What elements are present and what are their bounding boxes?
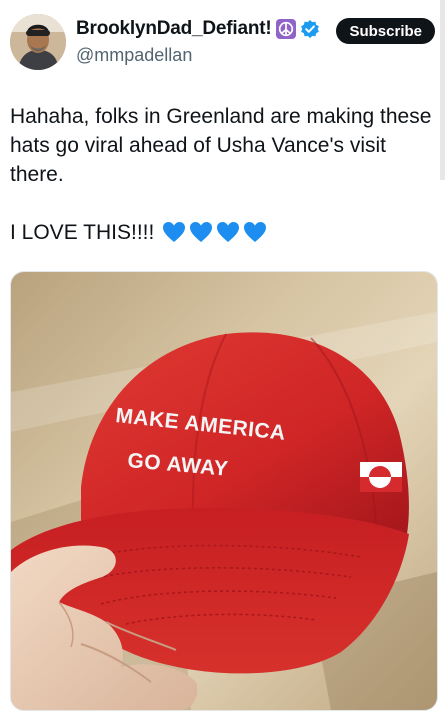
blue-heart-icon — [190, 222, 213, 242]
hat-photo: MAKE AMERICA GO AWAY — [11, 272, 437, 710]
emoji-group — [162, 221, 267, 243]
display-name[interactable]: BrooklynDad_Defiant! — [76, 18, 272, 40]
tweet-header: BrooklynDad_Defiant! @mmpadellan Subscri… — [10, 12, 435, 72]
tweet-line-2: I LOVE THIS!!!! — [10, 218, 435, 247]
blue-heart-icon — [163, 222, 186, 242]
verified-badge-icon — [300, 19, 320, 39]
greenland-flag-icon — [360, 462, 402, 492]
avatar[interactable] — [10, 14, 66, 70]
peace-icon — [275, 19, 296, 39]
tweet-love-text: I LOVE THIS!!!! — [10, 221, 155, 244]
name-row: BrooklynDad_Defiant! — [76, 18, 320, 40]
tweet-line-1: Hahaha, folks in Greenland are making th… — [10, 105, 432, 186]
handle[interactable]: @mmpadellan — [76, 45, 192, 66]
tweet-media-image[interactable]: MAKE AMERICA GO AWAY — [10, 271, 438, 711]
blue-heart-icon — [217, 222, 240, 242]
tweet-text: Hahaha, folks in Greenland are making th… — [10, 102, 435, 247]
scrollbar[interactable] — [440, 0, 445, 180]
subscribe-button[interactable]: Subscribe — [336, 18, 435, 44]
blue-heart-icon — [244, 222, 267, 242]
